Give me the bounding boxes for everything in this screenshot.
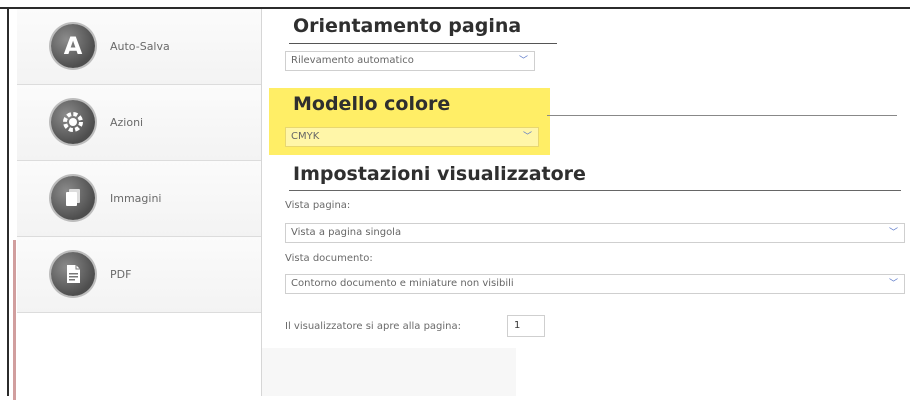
- open-page-input[interactable]: 1: [507, 315, 545, 337]
- color-model-select-value: CMYK: [291, 131, 320, 142]
- left-accent-line: [13, 240, 16, 400]
- orientation-title-underline: [289, 43, 557, 44]
- sidebar-item-label: Immagini: [110, 192, 162, 205]
- sidebar-item-label: PDF: [110, 268, 132, 281]
- sidebar-item-label: Azioni: [110, 116, 144, 129]
- gear-icon: [51, 100, 95, 144]
- orientation-title: Orientamento pagina: [293, 15, 522, 37]
- chevron-down-icon: ﹀: [888, 228, 898, 238]
- page-view-label: Vista pagina:: [285, 200, 351, 211]
- color-model-title: Modello colore: [293, 93, 451, 115]
- sidebar-item-azioni[interactable]: Azioni: [17, 85, 261, 161]
- document-view-select[interactable]: Contorno documento e miniature non visib…: [285, 274, 905, 294]
- sidebar-item-label: Auto-Salva: [110, 40, 170, 53]
- chevron-down-icon: ﹀: [522, 132, 532, 142]
- open-page-label: Il visualizzatore si apre alla pagina:: [285, 321, 462, 332]
- sidebar-item-pdf[interactable]: PDF: [17, 237, 261, 313]
- sidebar: A Auto-Salva Azioni Immagini PDF: [17, 9, 262, 396]
- color-model-select[interactable]: CMYK ﹀: [285, 127, 539, 147]
- viewer-settings-title: Impostazioni visualizzatore: [293, 163, 586, 185]
- viewer-title-underline: [289, 190, 901, 191]
- chevron-down-icon: ﹀: [888, 279, 898, 289]
- sidebar-item-auto-salva[interactable]: A Auto-Salva: [17, 9, 261, 85]
- chevron-down-icon: ﹀: [518, 56, 528, 66]
- frame-left-border: [7, 7, 9, 396]
- sidebar-item-immagini[interactable]: Immagini: [17, 161, 261, 237]
- empty-panel-area: [262, 348, 516, 396]
- page-view-select-value: Vista a pagina singola: [291, 227, 402, 238]
- document-view-label: Vista documento:: [285, 253, 373, 264]
- images-icon: [51, 176, 95, 220]
- open-page-input-value: 1: [514, 320, 521, 331]
- orientation-select[interactable]: Rilevamento automatico ﹀: [285, 51, 535, 71]
- settings-panel: Orientamento pagina Rilevamento automati…: [285, 9, 910, 396]
- page-view-select[interactable]: Vista a pagina singola ﹀: [285, 223, 905, 243]
- autosave-icon: A: [51, 24, 95, 68]
- document-view-select-value: Contorno documento e miniature non visib…: [291, 278, 514, 289]
- orientation-select-value: Rilevamento automatico: [291, 55, 414, 66]
- color-model-title-line: [547, 115, 897, 116]
- pdf-icon: [51, 252, 95, 296]
- sidebar-list: A Auto-Salva Azioni Immagini PDF: [17, 9, 261, 313]
